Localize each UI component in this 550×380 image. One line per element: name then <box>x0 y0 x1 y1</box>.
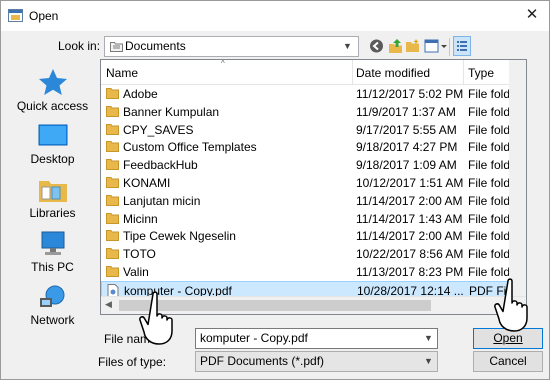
documents-folder-icon <box>110 42 123 52</box>
folder-row[interactable]: FeedbackHub 9/18/2017 1:09 AM File folder <box>101 156 526 173</box>
file-name: TOTO <box>123 247 156 262</box>
pdf-file-icon <box>107 283 119 297</box>
back-icon[interactable] <box>369 38 384 54</box>
files-of-type-label: Files of type: <box>98 355 167 369</box>
folder-row[interactable]: TOTO 10/22/2017 8:56 AM File folder <box>101 245 526 262</box>
folder-icon <box>106 177 119 188</box>
folder-icon <box>106 266 119 277</box>
file-list-header: ^ Name Date modified Type <box>101 60 526 85</box>
place-label: Desktop <box>30 152 75 166</box>
file-name: Tipe Cewek Ngeselin <box>123 229 236 244</box>
place-label: Network <box>30 313 75 327</box>
file-date: 9/18/2017 4:27 PM <box>356 140 458 155</box>
dialog-title: Open <box>29 9 59 23</box>
this-pc-icon <box>41 231 65 255</box>
file-date: 11/13/2017 8:23 PM <box>356 265 464 279</box>
network-icon <box>40 285 65 307</box>
look-in-value: Documents <box>125 39 186 53</box>
chevron-down-icon[interactable]: ▼ <box>424 333 433 343</box>
place-desktop[interactable]: Desktop <box>9 122 96 172</box>
file-date: 11/12/2017 5:02 PM <box>356 87 464 101</box>
file-date: 9/18/2017 1:09 AM <box>356 158 457 173</box>
place-libraries[interactable]: Libraries <box>9 176 96 226</box>
file-name: Custom Office Templates <box>123 140 257 155</box>
column-header-name[interactable]: Name <box>106 66 138 80</box>
column-header-type[interactable]: Type <box>468 66 494 80</box>
file-name-value: komputer - Copy.pdf <box>200 331 308 345</box>
folder-icon <box>106 194 119 206</box>
sort-ascending-icon: ^ <box>221 59 225 68</box>
up-folder-icon[interactable] <box>388 38 403 54</box>
file-date: 10/22/2017 8:56 AM <box>356 247 464 262</box>
folder-icon <box>106 88 119 99</box>
folder-row[interactable]: Valin 11/13/2017 8:23 PM File folder <box>101 263 526 280</box>
view-menu-icon[interactable] <box>424 38 448 54</box>
new-folder-icon[interactable] <box>405 38 420 54</box>
folder-row[interactable]: Lanjutan micin 11/14/2017 2:00 AM File fol… <box>101 192 526 209</box>
file-date: 11/14/2017 1:43 AM <box>356 211 463 226</box>
quick-access-star-icon <box>39 69 67 95</box>
folder-icon <box>106 248 119 260</box>
file-date: 10/12/2017 1:51 AM <box>356 176 464 190</box>
vertical-scrollbar[interactable] <box>509 60 526 296</box>
hand-pointer-icon <box>139 291 173 345</box>
chevron-down-icon[interactable]: ▼ <box>424 356 433 366</box>
folder-row[interactable]: Custom Office Templates 9/18/2017 4:27 PM… <box>101 138 526 155</box>
file-name: Adobe <box>123 87 158 101</box>
place-this-pc[interactable]: This PC <box>9 230 96 280</box>
place-network[interactable]: Network <box>9 284 96 334</box>
file-name: FeedbackHub <box>123 158 198 173</box>
desktop-icon <box>38 124 68 146</box>
look-in-dropdown[interactable]: Documents ▼ <box>104 36 359 57</box>
place-label: Quick access <box>16 99 89 113</box>
places-bar: Quick access Desktop Libraries This PC N… <box>9 58 96 344</box>
file-name: KONAMI <box>123 176 171 190</box>
file-name: CPY_SAVES <box>123 122 194 137</box>
place-label: Libraries <box>29 206 76 220</box>
files-of-type-value: PDF Documents (*.pdf) <box>200 354 325 368</box>
file-date: 11/9/2017 1:37 AM <box>356 104 456 119</box>
file-date: 9/17/2017 5:55 AM <box>356 122 457 137</box>
folder-icon <box>106 141 119 153</box>
folder-row[interactable]: Banner Kumpulan 11/9/2017 1:37 AM File fol… <box>101 103 526 120</box>
open-dialog-icon <box>8 9 23 22</box>
scroll-left-icon[interactable]: ◀ <box>105 299 112 310</box>
folder-icon <box>106 212 119 224</box>
cancel-button[interactable]: Cancel <box>473 351 543 372</box>
file-date: 11/14/2017 2:00 AM <box>356 229 463 244</box>
folder-row[interactable]: Adobe 11/12/2017 5:02 PM File folder <box>101 85 526 102</box>
file-name: Lanjutan micin <box>123 193 201 208</box>
file-date: 11/14/2017 2:00 AM <box>356 193 463 208</box>
file-name: Banner Kumpulan <box>123 104 220 119</box>
place-label: This PC <box>31 260 74 274</box>
folder-icon <box>106 230 119 242</box>
chevron-down-icon[interactable]: ▼ <box>343 41 352 51</box>
folder-icon <box>106 123 119 135</box>
file-list[interactable]: ^ Name Date modified Type Adobe 11/12/201… <box>100 59 527 315</box>
place-quick-access[interactable]: Quick access <box>9 68 96 118</box>
hand-pointer-icon <box>494 278 528 332</box>
folder-row[interactable]: Micinn 11/14/2017 1:43 AM File folder <box>101 210 526 227</box>
column-header-date[interactable]: Date modified <box>356 66 430 80</box>
file-name: Micinn <box>123 211 158 226</box>
title-bar: Open ✕ <box>1 1 549 31</box>
folder-row[interactable]: KONAMI 10/12/2017 1:51 AM File folder <box>101 174 526 191</box>
toolbar-separator <box>449 38 450 56</box>
folder-row[interactable]: CPY_SAVES 9/17/2017 5:55 AM File folder <box>101 121 526 138</box>
libraries-icon <box>39 181 67 202</box>
close-icon[interactable]: ✕ <box>523 6 541 24</box>
file-name-field[interactable]: komputer - Copy.pdf ▼ <box>195 328 438 349</box>
file-name: Valin <box>123 265 149 279</box>
files-of-type-dropdown[interactable]: PDF Documents (*.pdf) ▼ <box>195 351 438 372</box>
column-divider[interactable] <box>463 60 464 84</box>
folder-icon <box>106 105 119 117</box>
look-in-label: Look in: <box>58 39 101 53</box>
folder-icon <box>106 159 119 171</box>
column-divider[interactable] <box>352 60 353 84</box>
details-view-icon[interactable] <box>453 36 471 56</box>
open-dialog: Open ✕ Look in: Documents ▼ Quick access… <box>0 0 550 380</box>
folder-row[interactable]: Tipe Cewek Ngeselin 11/14/2017 2:00 AM Fil… <box>101 227 526 244</box>
